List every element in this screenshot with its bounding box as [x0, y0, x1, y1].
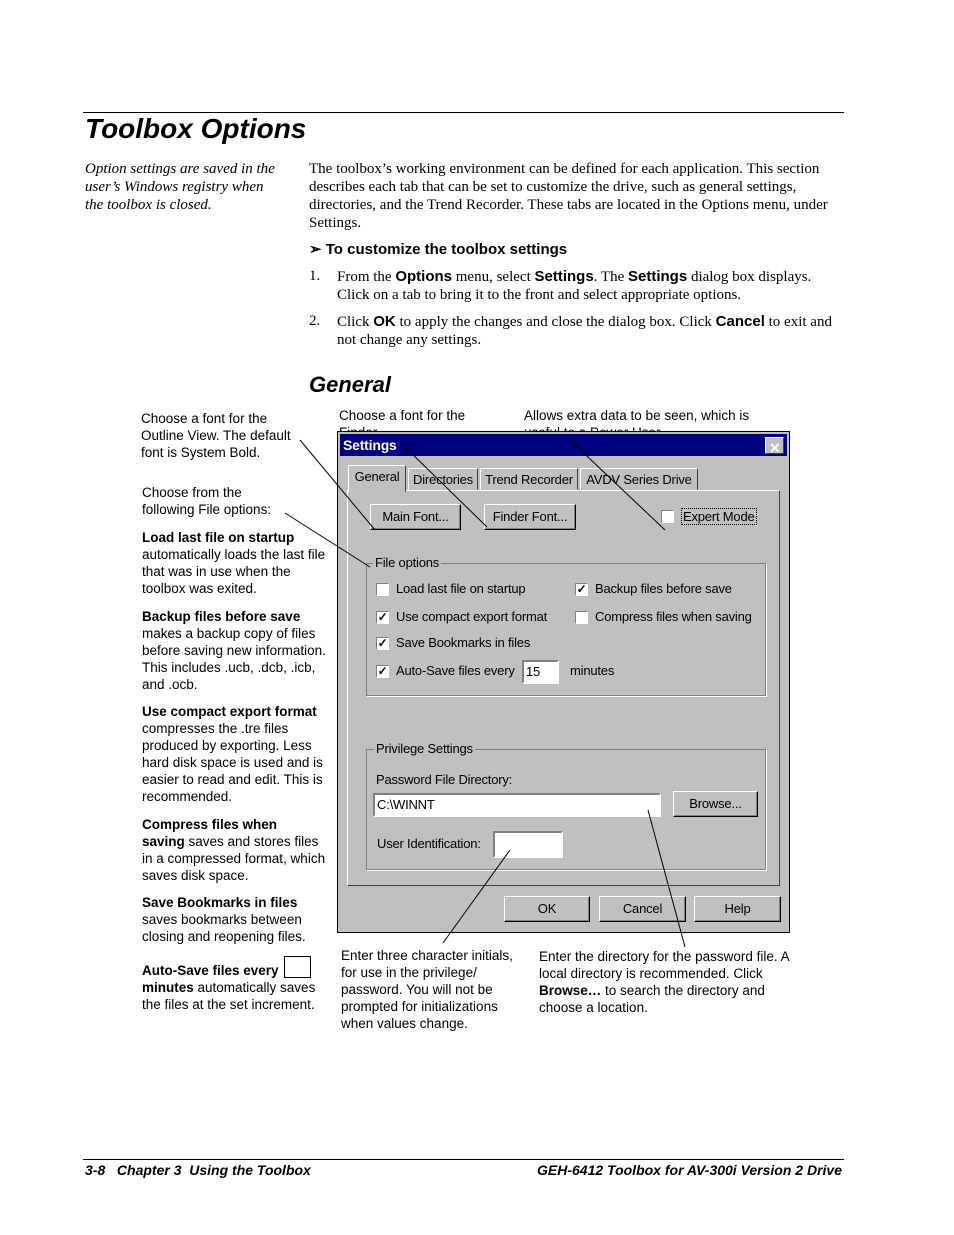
user-id-label: User Identification: — [377, 836, 481, 851]
minutes-label: minutes — [570, 663, 615, 678]
callout-compress: Compress files when saving saves and stor… — [142, 817, 326, 883]
user-id-input[interactable] — [493, 831, 563, 858]
callout-user-id: Enter three character initials, for use … — [341, 948, 513, 1031]
help-button[interactable]: Help — [694, 896, 781, 922]
step-1-number: 1. — [309, 268, 321, 284]
step-2-number: 2. — [309, 313, 321, 329]
tab-directories[interactable]: Directories — [408, 468, 478, 490]
load-last-label: Load last file on startup — [396, 581, 526, 596]
general-tab-panel: Main Font... Finder Font... Expert Mode … — [347, 490, 780, 886]
password-dir-label: Password File Directory: — [376, 772, 513, 787]
step-2-text: Click OK to apply the changes and close … — [337, 313, 832, 348]
callout-backup: Backup files before save makes a backup c… — [142, 609, 326, 692]
expert-mode-checkbox[interactable] — [661, 510, 674, 523]
compact-label: Use compact export format — [396, 609, 548, 624]
step-1-text: From the Options menu, select Settings. … — [337, 268, 812, 303]
backup-checkbox[interactable]: ✓ — [575, 583, 588, 596]
close-icon: ✕ — [769, 440, 781, 456]
tab-trend-recorder[interactable]: Trend Recorder — [480, 468, 578, 490]
file-options-label: File options — [373, 555, 442, 570]
close-button[interactable]: ✕ — [765, 437, 784, 456]
autosave-checkbox[interactable]: ✓ — [376, 665, 389, 678]
callout-autosave: Auto-Save files every minutes automatica… — [142, 956, 332, 1013]
finder-font-button[interactable]: Finder Font... — [484, 504, 576, 530]
footer-left: 3-8 Chapter 3 Using the Toolbox — [85, 1162, 311, 1178]
callout-password-dir: Enter the directory for the password fil… — [539, 949, 789, 1015]
dialog-title: Settings — [343, 437, 397, 453]
procedure-heading: ➢ To customize the toolbox settings — [309, 241, 568, 258]
compact-checkbox[interactable]: ✓ — [376, 611, 389, 624]
cancel-button[interactable]: Cancel — [599, 896, 686, 922]
browse-button[interactable]: Browse... — [673, 791, 758, 817]
privilege-settings-label: Privilege Settings — [374, 741, 475, 756]
footer-right: GEH-6412 Toolbox for AV-300i Version 2 D… — [537, 1162, 842, 1178]
ok-button[interactable]: OK — [504, 896, 590, 922]
side-note: Option settings are saved in the user’s … — [85, 161, 275, 213]
section-heading-general: General — [309, 372, 391, 397]
footer-rule — [83, 1159, 844, 1160]
tab-avdv-series-drive[interactable]: AVDV Series Drive — [580, 468, 698, 490]
compress-checkbox[interactable] — [575, 611, 588, 624]
load-last-checkbox[interactable] — [376, 583, 389, 596]
callout-compact: Use compact export format compresses the … — [142, 704, 323, 804]
main-font-button[interactable]: Main Font... — [370, 504, 461, 530]
file-options-group: File options Load last file on startup ✓… — [366, 555, 766, 696]
autosave-minutes-input[interactable]: 15 — [522, 660, 559, 684]
compress-label: Compress files when saving — [595, 609, 752, 624]
password-dir-input[interactable]: C:\WINNT — [373, 793, 661, 817]
callout-bookmarks: Save Bookmarks in files saves bookmarks b… — [142, 895, 306, 944]
settings-dialog: Settings ✕ General Directories Trend Rec… — [337, 431, 790, 933]
privilege-settings-group: Privilege Settings Password File Directo… — [366, 741, 766, 870]
bookmarks-checkbox[interactable]: ✓ — [376, 637, 389, 650]
expert-mode-label: Expert Mode — [681, 508, 757, 525]
autosave-blank-box — [284, 956, 312, 978]
autosave-label: Auto-Save files every — [396, 663, 515, 678]
checkmark-icon: ✓ — [377, 664, 388, 678]
callout-load-last: Load last file on startup automatically l… — [142, 530, 326, 596]
dialog-titlebar: Settings ✕ — [340, 434, 787, 456]
callout-outline-font: Choose a font for the Outline View. The … — [141, 411, 291, 460]
checkmark-icon: ✓ — [377, 610, 388, 624]
page-title: Toolbox Options — [85, 113, 307, 144]
callout-file-options-intro: Choose from the following File options: — [142, 485, 272, 517]
bookmarks-label: Save Bookmarks in files — [396, 635, 531, 650]
backup-label: Backup files before save — [595, 581, 732, 596]
intro-paragraph: The toolbox’s working environment can be… — [309, 161, 828, 231]
checkmark-icon: ✓ — [576, 582, 587, 596]
checkmark-icon: ✓ — [377, 636, 388, 650]
tab-general[interactable]: General — [348, 465, 406, 492]
